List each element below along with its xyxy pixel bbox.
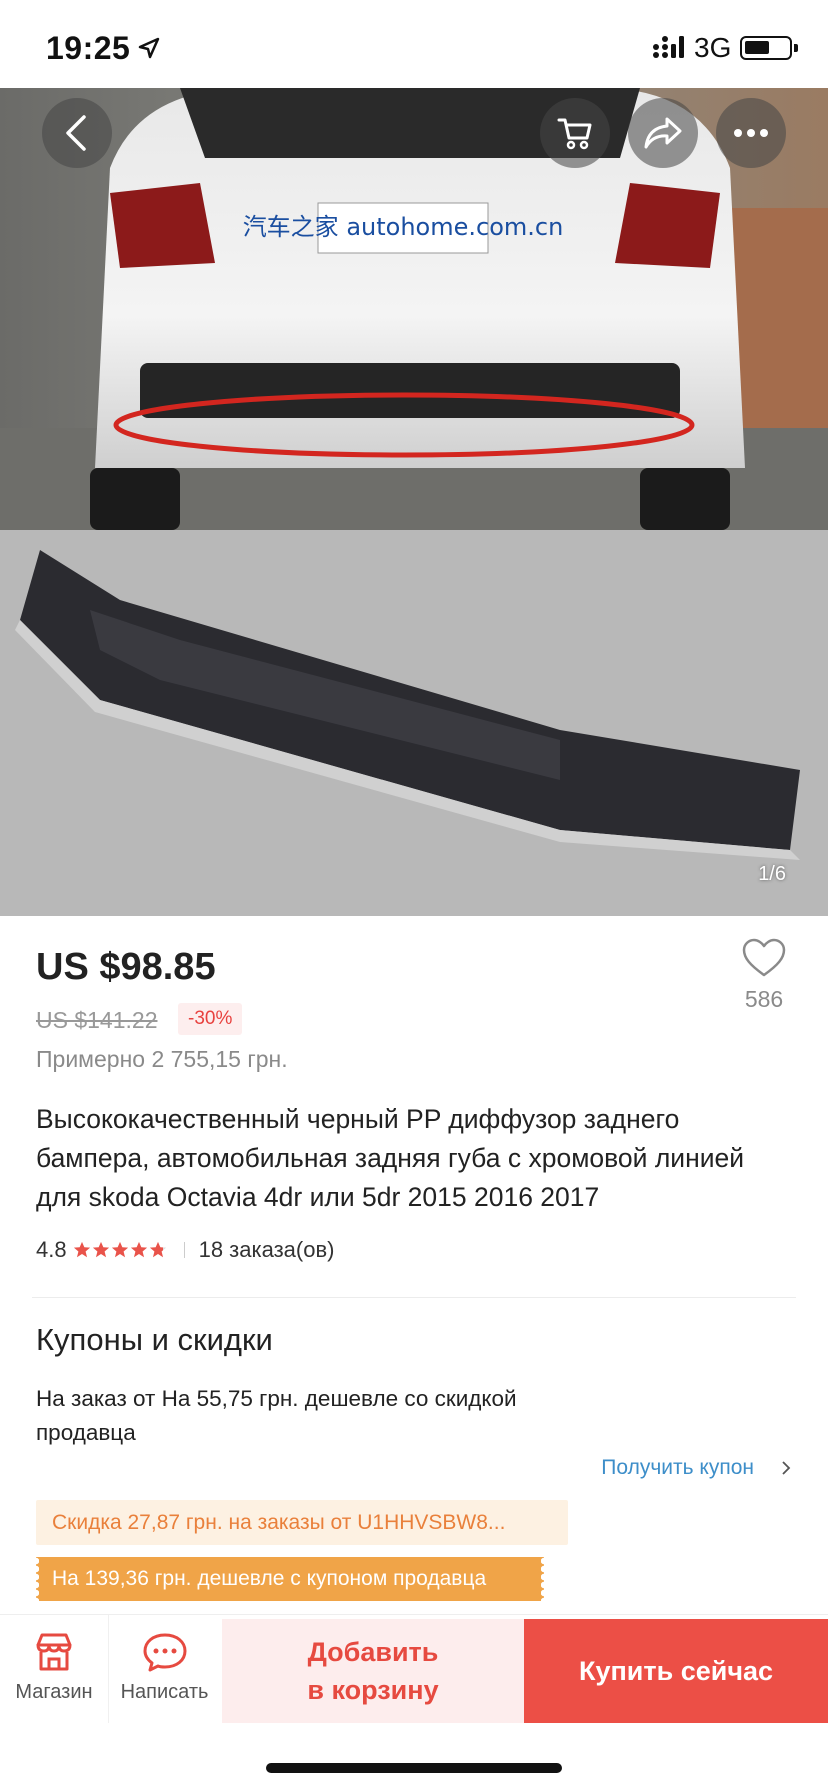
star-icon — [73, 1241, 90, 1258]
wishlist-count: 586 — [744, 986, 784, 1012]
add-to-cart-button[interactable]: Добавить в корзину — [222, 1619, 524, 1723]
buy-now-button[interactable]: Купить сейчас — [524, 1619, 828, 1723]
battery-icon — [740, 36, 798, 60]
signal-icon — [653, 36, 684, 58]
shop-button[interactable]: Магазин — [0, 1615, 109, 1723]
get-coupon-label: Получить купон — [601, 1456, 754, 1479]
product-image-gallery[interactable]: 汽车之家 autohome.com.cn 1/6 — [0, 88, 828, 916]
star-icon — [92, 1241, 109, 1258]
rating-value: 4.8 — [36, 1237, 67, 1262]
location-arrow-icon — [138, 37, 160, 59]
chat-icon — [143, 1633, 186, 1672]
rating-separator — [183, 1242, 185, 1258]
rating-row[interactable]: 4.8 18 заказа(ов) — [36, 1235, 335, 1265]
add-to-cart-label-line1: Добавить — [307, 1637, 439, 1667]
share-icon — [644, 117, 682, 149]
chevron-left-icon — [66, 115, 86, 151]
orders-count: 18 заказа(ов) — [198, 1237, 335, 1262]
wishlist-button[interactable]: 586 — [737, 938, 791, 1013]
network-type: 3G — [694, 32, 732, 63]
approx-local-price: Примерно 2 755,15 грн. — [36, 1046, 288, 1072]
shop-label: Магазин — [15, 1681, 93, 1703]
message-button[interactable]: Написать — [110, 1615, 219, 1723]
share-button[interactable] — [628, 98, 698, 168]
home-indicator[interactable] — [266, 1763, 562, 1773]
star-half-icon — [149, 1241, 166, 1258]
more-button[interactable] — [716, 98, 786, 168]
gallery-page-indicator: 1/6 — [758, 863, 786, 885]
message-label: Написать — [120, 1681, 209, 1703]
seller-discount-tag[interactable]: Скидка 27,87 грн. на заказы от U1HHVSBW8… — [36, 1500, 568, 1545]
product-title: Высококачественный черный PP диффузор за… — [36, 1104, 745, 1212]
store-icon — [36, 1633, 72, 1671]
rating-stars — [73, 1241, 168, 1259]
status-bar: 19:25 3G — [0, 0, 828, 88]
cart-icon — [557, 118, 592, 150]
status-time: 19:25 — [46, 30, 131, 66]
current-price: US $98.85 — [36, 946, 216, 988]
star-icon — [130, 1241, 147, 1258]
star-icon — [111, 1241, 128, 1258]
get-coupon-link[interactable]: Получить купон — [601, 1456, 792, 1480]
diffuser-photo — [0, 530, 828, 916]
chevron-right-icon — [782, 1461, 791, 1475]
car-rear-photo: 汽车之家 autohome.com.cn — [0, 88, 828, 530]
coupons-description: На заказ от На 55,75 грн. дешевле со ски… — [36, 1386, 517, 1445]
section-divider — [32, 1297, 796, 1298]
old-price: US $141.22 — [36, 1007, 158, 1033]
coupons-heading: Купоны и скидки — [36, 1322, 273, 1357]
watermark-text: 汽车之家 autohome.com.cn — [243, 213, 564, 241]
seller-coupon-tag[interactable]: На 139,36 грн. дешевле с купоном продавц… — [33, 1557, 547, 1601]
add-to-cart-label-line2: в корзину — [307, 1675, 439, 1705]
back-button[interactable] — [42, 98, 112, 168]
more-icon — [734, 129, 768, 137]
discount-badge: -30% — [178, 1003, 243, 1035]
cart-button[interactable] — [540, 98, 610, 168]
heart-icon — [742, 938, 786, 977]
